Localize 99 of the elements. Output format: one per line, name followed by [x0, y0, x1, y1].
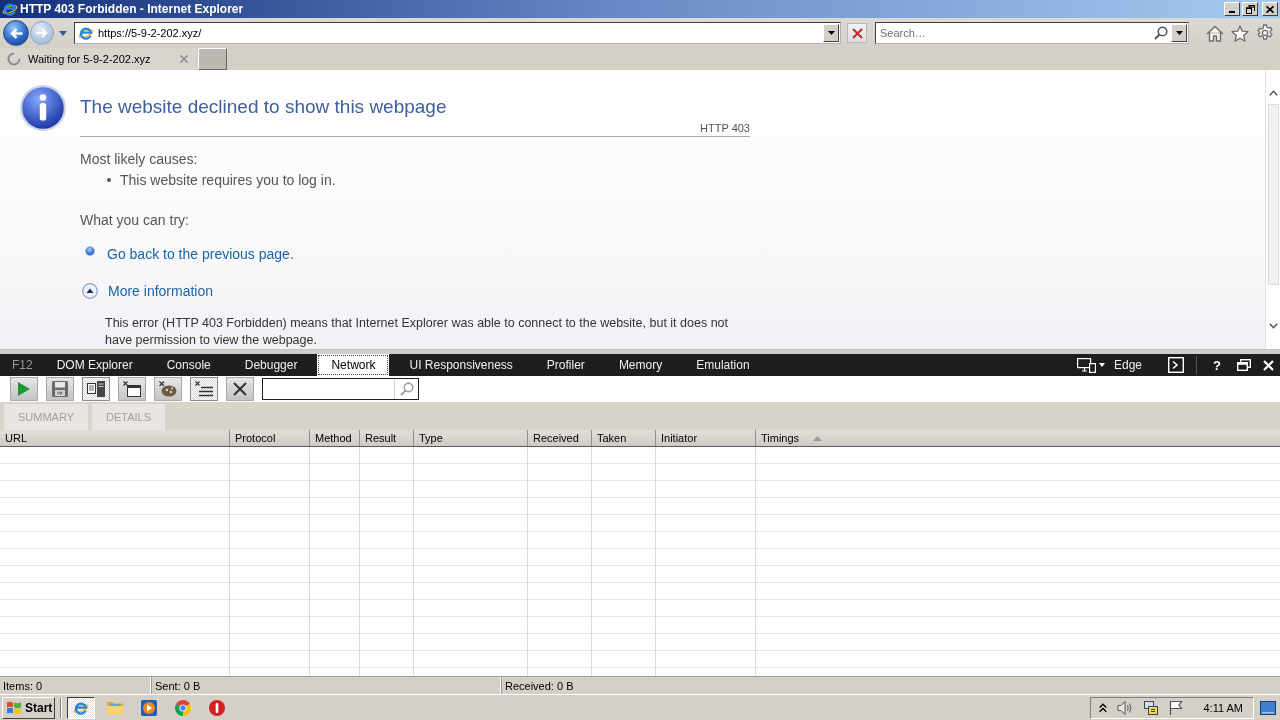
devices-icon	[1077, 357, 1096, 373]
start-button[interactable]: Start	[2, 696, 55, 719]
caret-icon	[1099, 363, 1105, 367]
devtools-tab[interactable]: DOM Explorer	[42, 354, 147, 376]
left-arrow-icon	[9, 27, 23, 39]
play-tile-icon	[141, 699, 157, 716]
scroll-down-icon[interactable]	[1268, 323, 1278, 329]
window-title: HTTP 403 Forbidden - Internet Explorer	[20, 2, 244, 16]
folder-icon	[107, 700, 123, 715]
refresh-toggle[interactable]	[82, 377, 110, 401]
server-icon	[87, 381, 105, 397]
bullet-icon	[85, 246, 95, 256]
minimize-icon	[1229, 11, 1235, 13]
column-header[interactable]: Method	[310, 430, 360, 446]
clear-entries-toggle[interactable]	[190, 377, 218, 401]
back-button[interactable]	[3, 20, 29, 46]
start-button[interactable]	[10, 377, 38, 401]
expand-toggle[interactable]: More information	[80, 282, 214, 300]
column-header[interactable]: Protocol	[230, 430, 310, 446]
caret-icon	[59, 30, 67, 36]
search-dropdown-button[interactable]	[1171, 24, 1187, 42]
scroll-up-icon[interactable]	[1268, 90, 1278, 96]
speaker-icon[interactable]	[1117, 700, 1134, 715]
page-heading: The website declined to show this webpage	[80, 95, 447, 119]
cookie-cross-icon	[159, 381, 177, 397]
clear-navigate-button[interactable]	[118, 377, 146, 401]
star-icon[interactable]	[1231, 24, 1249, 42]
filter-field[interactable]	[262, 378, 419, 400]
causes-heading: Most likely causes:	[80, 151, 198, 167]
window-cross-icon	[123, 381, 141, 397]
emulation-dropdown[interactable]: Edge	[1077, 357, 1143, 373]
devtools-tab[interactable]: UI Responsiveness	[395, 354, 527, 376]
details-paragraph: This error (HTTP 403 Forbidden) means that Internet Explorer was able to connect to the website, but it does not have permission to view the webpage.	[105, 315, 729, 349]
list-cross-icon	[195, 381, 213, 397]
try-heading: What you can try:	[80, 212, 189, 228]
network-icon[interactable]	[1143, 699, 1160, 716]
e-logo-icon	[73, 699, 89, 716]
search-icon[interactable]	[1154, 26, 1168, 40]
flag-logo-icon	[6, 700, 22, 715]
e-logo-icon	[78, 25, 94, 41]
close-icon	[1266, 5, 1274, 13]
flag-icon[interactable]	[1169, 700, 1184, 715]
export-button[interactable]	[46, 377, 74, 401]
cross-icon	[233, 382, 247, 396]
devtools-tab[interactable]: Emulation	[682, 354, 764, 376]
cause-text: This website requires you to log in.	[120, 172, 336, 188]
column-header[interactable]: Timings	[756, 430, 1280, 446]
info-icon	[20, 85, 66, 131]
devtools-label: F12	[11, 357, 34, 374]
e-logo-icon	[2, 1, 18, 17]
clear-cookies-button[interactable]	[154, 377, 182, 401]
caret-icon	[827, 31, 835, 35]
new-tab-button[interactable]	[198, 48, 227, 70]
show-desktop-icon[interactable]	[1260, 700, 1276, 715]
back-link[interactable]: Go back to the previous page.	[107, 245, 294, 263]
clear-button[interactable]	[226, 377, 254, 401]
tricolor-circle-icon	[175, 699, 191, 716]
restore-button[interactable]	[1242, 2, 1258, 16]
browser-tab[interactable]: Waiting for 5-9-2-202.xyz	[0, 48, 196, 70]
column-header[interactable]: Initiator	[656, 430, 756, 446]
help-button[interactable]: ?	[1209, 357, 1225, 373]
scrollbar-thumb[interactable]	[1267, 104, 1279, 285]
home-icon[interactable]	[1206, 24, 1224, 42]
console-icon[interactable]	[1168, 357, 1185, 373]
error-code: HTTP 403	[700, 122, 750, 136]
address-field[interactable]: https://5-9-2-202.xyz/	[74, 22, 841, 44]
devtools-tab[interactable]: Debugger	[230, 354, 312, 376]
play-icon	[18, 382, 30, 396]
column-header[interactable]: Taken	[592, 430, 656, 446]
quick-launch-button[interactable]	[67, 696, 95, 719]
right-arrow-icon	[36, 28, 48, 38]
scrollbar[interactable]	[1265, 70, 1280, 349]
close-button[interactable]	[1262, 2, 1278, 16]
search-icon	[399, 382, 414, 396]
column-header[interactable]: URL	[0, 430, 230, 446]
status-text: Received: 0 B	[505, 679, 574, 692]
devtools-tab[interactable]: Console	[152, 354, 225, 376]
devtools-tab[interactable]: Profiler	[532, 354, 599, 376]
restore-icon[interactable]	[1237, 359, 1251, 371]
chevron-up-icon[interactable]	[1099, 702, 1108, 713]
caret-icon	[1175, 31, 1183, 35]
address-dropdown-button[interactable]	[823, 24, 839, 42]
status-text: Sent: 0 B	[155, 679, 201, 692]
status-text: Items: 0	[3, 679, 43, 692]
settings-icon[interactable]	[1256, 24, 1274, 42]
bullet-icon	[107, 178, 111, 182]
stop-button[interactable]	[847, 23, 867, 43]
search-field[interactable]: Search…	[875, 22, 1189, 44]
column-header[interactable]: Type	[414, 430, 528, 446]
restore-icon	[1245, 4, 1255, 14]
devtools-tab[interactable]: Memory	[604, 354, 677, 376]
column-header[interactable]: Result	[360, 430, 414, 446]
alert-circle-icon	[209, 699, 225, 716]
minimize-button[interactable]	[1224, 2, 1240, 16]
devtools-tab[interactable]: Network	[317, 354, 390, 376]
column-header[interactable]: Received	[528, 430, 592, 446]
cross-icon	[851, 27, 863, 39]
clock-text: 4:11 AM	[1203, 701, 1243, 714]
spinner-icon	[7, 52, 21, 66]
